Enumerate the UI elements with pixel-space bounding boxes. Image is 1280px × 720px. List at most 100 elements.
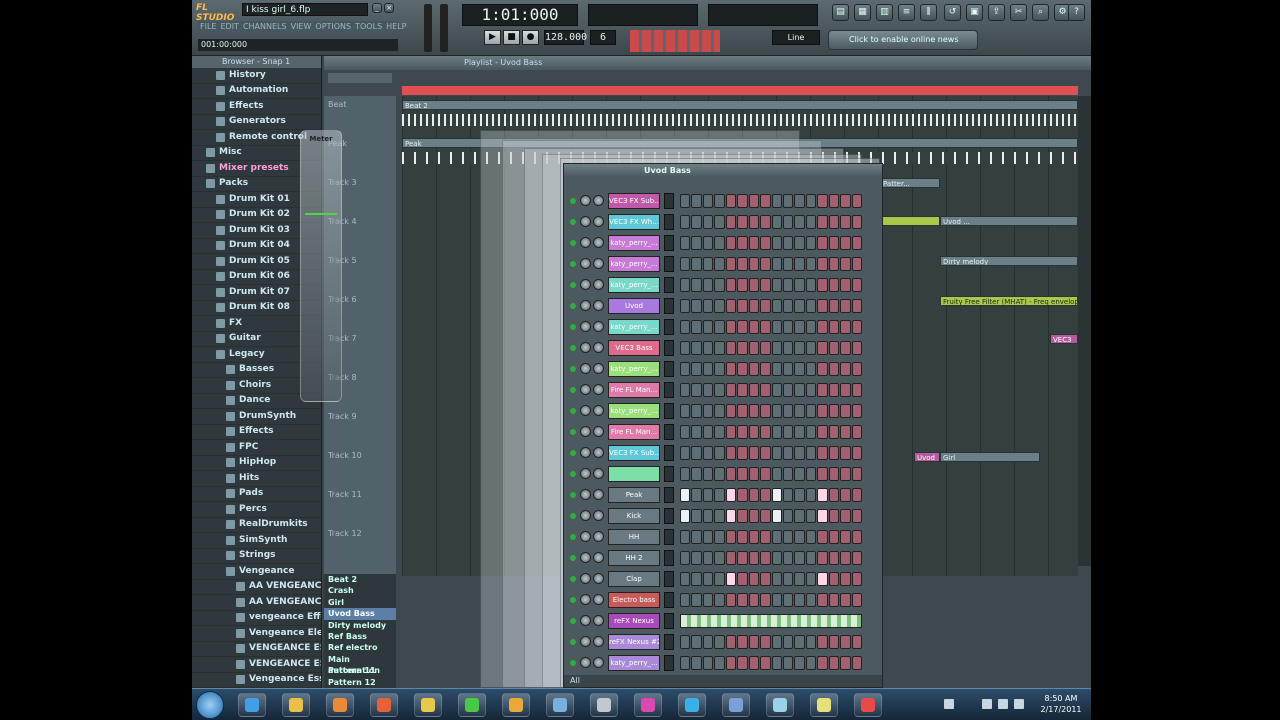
step-button[interactable] xyxy=(828,656,840,670)
notes-icon[interactable] xyxy=(810,693,838,717)
channel-name-button[interactable]: Clap xyxy=(608,571,660,587)
step-button[interactable] xyxy=(748,257,760,271)
step-button[interactable] xyxy=(760,467,771,481)
step-button[interactable] xyxy=(840,341,851,355)
window-icon[interactable] xyxy=(546,693,574,717)
menu-item[interactable]: HELP xyxy=(386,21,406,33)
step-button[interactable] xyxy=(691,341,702,355)
step-button[interactable] xyxy=(851,383,862,397)
step-button[interactable] xyxy=(840,215,851,229)
step-button[interactable] xyxy=(714,635,725,649)
step-button[interactable] xyxy=(748,488,760,502)
step-button[interactable] xyxy=(737,215,748,229)
step-button[interactable] xyxy=(691,656,702,670)
step-button[interactable] xyxy=(680,530,691,544)
pan-knob[interactable] xyxy=(580,447,591,458)
channel-filter[interactable]: All xyxy=(564,675,882,687)
step-button[interactable] xyxy=(725,320,737,334)
step-button[interactable] xyxy=(714,446,725,460)
step-button[interactable] xyxy=(805,341,817,355)
pan-knob[interactable] xyxy=(580,468,591,479)
step-button[interactable] xyxy=(817,194,828,208)
step-button[interactable] xyxy=(771,509,782,523)
step-button[interactable] xyxy=(737,341,748,355)
step-button[interactable] xyxy=(782,509,794,523)
step-button[interactable] xyxy=(782,278,794,292)
step-button[interactable] xyxy=(737,278,748,292)
step-button[interactable] xyxy=(737,236,748,250)
track-name[interactable]: Track 12 xyxy=(328,529,362,538)
browser-item[interactable]: Automation xyxy=(192,84,321,99)
step-button[interactable] xyxy=(748,467,760,481)
step-button[interactable] xyxy=(702,320,714,334)
step-sequencer-icon[interactable]: ▦ xyxy=(854,4,871,21)
step-button[interactable] xyxy=(680,383,691,397)
step-button[interactable] xyxy=(817,383,828,397)
step-button[interactable] xyxy=(737,551,748,565)
volume-knob[interactable] xyxy=(593,573,604,584)
step-button[interactable] xyxy=(714,530,725,544)
pan-knob[interactable] xyxy=(580,531,591,542)
pan-knob[interactable] xyxy=(580,657,591,668)
step-button[interactable] xyxy=(794,530,805,544)
save-icon[interactable]: ▣ xyxy=(966,4,983,21)
browser-item[interactable]: Generators xyxy=(192,115,321,130)
channel-led[interactable] xyxy=(570,198,576,204)
playlist-icon[interactable]: ▤ xyxy=(832,4,849,21)
step-button[interactable] xyxy=(748,299,760,313)
step-button[interactable] xyxy=(840,236,851,250)
step-button[interactable] xyxy=(725,278,737,292)
step-button[interactable] xyxy=(782,215,794,229)
browser-item[interactable]: DrumSynth xyxy=(192,409,321,425)
step-button[interactable] xyxy=(817,299,828,313)
step-button[interactable] xyxy=(851,593,862,607)
step-button[interactable] xyxy=(771,488,782,502)
step-button[interactable] xyxy=(805,236,817,250)
itunes-icon[interactable] xyxy=(634,693,662,717)
step-button[interactable] xyxy=(840,425,851,439)
step-button[interactable] xyxy=(794,488,805,502)
step-button[interactable] xyxy=(691,299,702,313)
step-button[interactable] xyxy=(702,425,714,439)
channel-led[interactable] xyxy=(570,429,576,435)
pan-knob[interactable] xyxy=(580,405,591,416)
step-button[interactable] xyxy=(702,572,714,586)
volume-knob[interactable] xyxy=(593,363,604,374)
step-button[interactable] xyxy=(691,467,702,481)
tray-volume-icon[interactable] xyxy=(1014,699,1024,709)
channel-led[interactable] xyxy=(570,639,576,645)
step-button[interactable] xyxy=(737,194,748,208)
pattern-item[interactable]: Ref Bass xyxy=(324,631,396,642)
browser-item[interactable]: HipHop xyxy=(192,456,321,471)
step-button[interactable] xyxy=(794,467,805,481)
step-button[interactable] xyxy=(737,320,748,334)
step-button[interactable] xyxy=(794,341,805,355)
channel-name-button[interactable]: HH xyxy=(608,529,660,545)
step-button[interactable] xyxy=(714,572,725,586)
timeline-ruler[interactable] xyxy=(402,86,1078,95)
step-button[interactable] xyxy=(840,362,851,376)
volume-knob[interactable] xyxy=(593,384,604,395)
step-button[interactable] xyxy=(851,236,862,250)
step-button[interactable] xyxy=(817,467,828,481)
step-button[interactable] xyxy=(680,236,691,250)
step-button[interactable] xyxy=(691,362,702,376)
step-button[interactable] xyxy=(805,278,817,292)
step-button[interactable] xyxy=(760,425,771,439)
step-button[interactable] xyxy=(691,551,702,565)
step-button[interactable] xyxy=(805,425,817,439)
browser-item[interactable]: History xyxy=(192,68,321,84)
step-button[interactable] xyxy=(760,446,771,460)
step-button[interactable] xyxy=(794,362,805,376)
step-button[interactable] xyxy=(817,572,828,586)
step-button[interactable] xyxy=(771,362,782,376)
volume-knob[interactable] xyxy=(593,657,604,668)
step-button[interactable] xyxy=(794,299,805,313)
step-button[interactable] xyxy=(840,278,851,292)
step-button[interactable] xyxy=(725,383,737,397)
step-button[interactable] xyxy=(805,383,817,397)
menu-item[interactable]: EDIT xyxy=(220,21,238,33)
step-button[interactable] xyxy=(748,509,760,523)
step-button[interactable] xyxy=(805,215,817,229)
step-button[interactable] xyxy=(760,236,771,250)
